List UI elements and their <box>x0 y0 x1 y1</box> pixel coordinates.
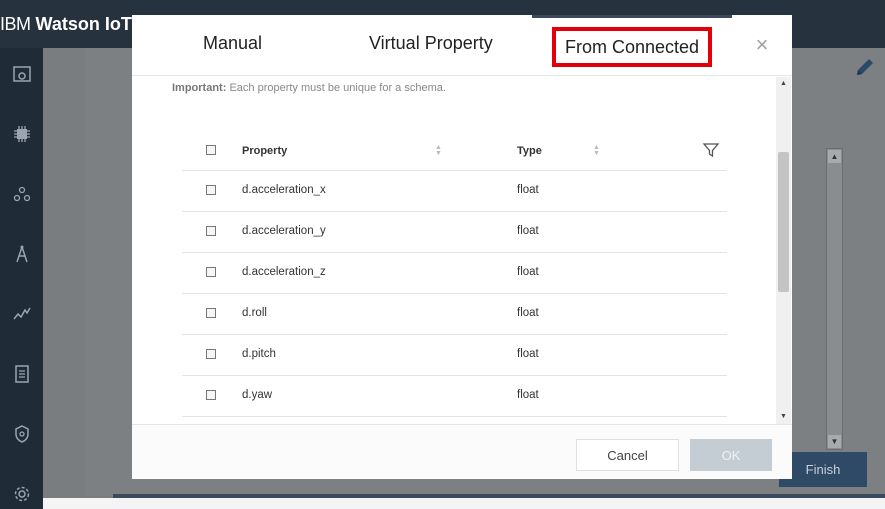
scrollbar-thumb[interactable] <box>778 152 789 292</box>
ok-button[interactable]: OK <box>690 439 772 471</box>
document-icon[interactable] <box>0 360 43 388</box>
active-tab-indicator <box>532 15 732 18</box>
important-label: Important: <box>172 82 227 94</box>
row-checkbox[interactable] <box>206 349 216 359</box>
row-checkbox[interactable] <box>206 390 216 400</box>
property-name: d.pitch <box>242 348 276 360</box>
tab-manual[interactable]: Manual <box>203 33 262 54</box>
close-icon[interactable]: × <box>752 34 772 56</box>
column-header-property[interactable]: Property <box>242 145 287 157</box>
add-property-dialog: Manual Virtual Property From Connected ×… <box>132 15 792 479</box>
table-row[interactable]: d.yaw float <box>182 376 727 417</box>
tab-virtual-property[interactable]: Virtual Property <box>369 33 493 54</box>
sort-property-icon[interactable]: ▲ ▼ <box>435 144 442 157</box>
property-name: d.acceleration_y <box>242 225 326 237</box>
property-name: d.roll <box>242 307 267 319</box>
dialog-footer: Cancel OK <box>132 424 792 479</box>
compass-icon[interactable] <box>0 240 43 268</box>
settings-icon[interactable] <box>0 480 43 508</box>
row-checkbox[interactable] <box>206 185 216 195</box>
table-row[interactable]: d.roll float <box>182 294 727 335</box>
cancel-button[interactable]: Cancel <box>576 439 679 471</box>
tab-from-connected-label: From Connected <box>564 36 700 57</box>
property-name: d.yaw <box>242 389 273 401</box>
properties-table: Property ▲ ▼ Type ▲ ▼ d.acceleration_x flo… <box>182 133 727 417</box>
property-name: d.acceleration_z <box>242 266 326 278</box>
sort-type-icon[interactable]: ▲ ▼ <box>593 144 600 157</box>
table-header: Property ▲ ▼ Type ▲ ▼ <box>182 133 727 171</box>
background-bottom-strip <box>43 498 885 509</box>
finish-button[interactable]: Finish <box>779 452 867 487</box>
property-type: float <box>517 184 539 196</box>
brand-logo[interactable]: IBM Watson IoT <box>0 14 132 35</box>
property-type: float <box>517 389 539 401</box>
members-icon[interactable] <box>0 180 43 208</box>
table-row[interactable]: d.pitch float <box>182 335 727 376</box>
security-icon[interactable] <box>0 420 43 448</box>
brand-name: Watson IoT <box>35 14 132 34</box>
row-checkbox[interactable] <box>206 226 216 236</box>
property-type: float <box>517 348 539 360</box>
filter-icon[interactable] <box>702 141 720 159</box>
row-checkbox[interactable] <box>206 308 216 318</box>
dialog-tabs: Manual Virtual Property From Connected × <box>132 15 792 76</box>
tab-from-connected[interactable]: From Connected <box>552 27 712 67</box>
select-all-checkbox[interactable] <box>206 145 216 155</box>
property-type: float <box>517 266 539 278</box>
scroll-down-icon[interactable]: ▼ <box>828 435 841 448</box>
edit-icon[interactable] <box>852 54 878 80</box>
row-checkbox[interactable] <box>206 267 216 277</box>
chip-icon[interactable] <box>0 120 43 148</box>
scroll-down-icon[interactable]: ▼ <box>778 412 789 422</box>
analytics-icon[interactable] <box>0 300 43 328</box>
background-scrollbar[interactable]: ▲ ▼ <box>826 148 843 450</box>
important-text: Each property must be unique for a schem… <box>229 82 446 94</box>
property-type: float <box>517 307 539 319</box>
table-row[interactable]: d.acceleration_y float <box>182 212 727 253</box>
column-header-type[interactable]: Type <box>517 145 542 157</box>
table-row[interactable]: d.acceleration_z float <box>182 253 727 294</box>
scroll-up-icon[interactable]: ▲ <box>828 150 841 163</box>
dialog-scrollbar[interactable]: ▲ ▼ <box>776 77 791 424</box>
sidebar <box>0 48 43 509</box>
brand-prefix: IBM <box>0 14 31 34</box>
important-note: Important: Each property must be unique … <box>172 82 446 94</box>
table-row[interactable]: d.acceleration_x float <box>182 171 727 212</box>
property-name: d.acceleration_x <box>242 184 326 196</box>
property-type: float <box>517 225 539 237</box>
scroll-up-icon[interactable]: ▲ <box>778 79 789 89</box>
dashboard-icon[interactable] <box>0 60 43 88</box>
